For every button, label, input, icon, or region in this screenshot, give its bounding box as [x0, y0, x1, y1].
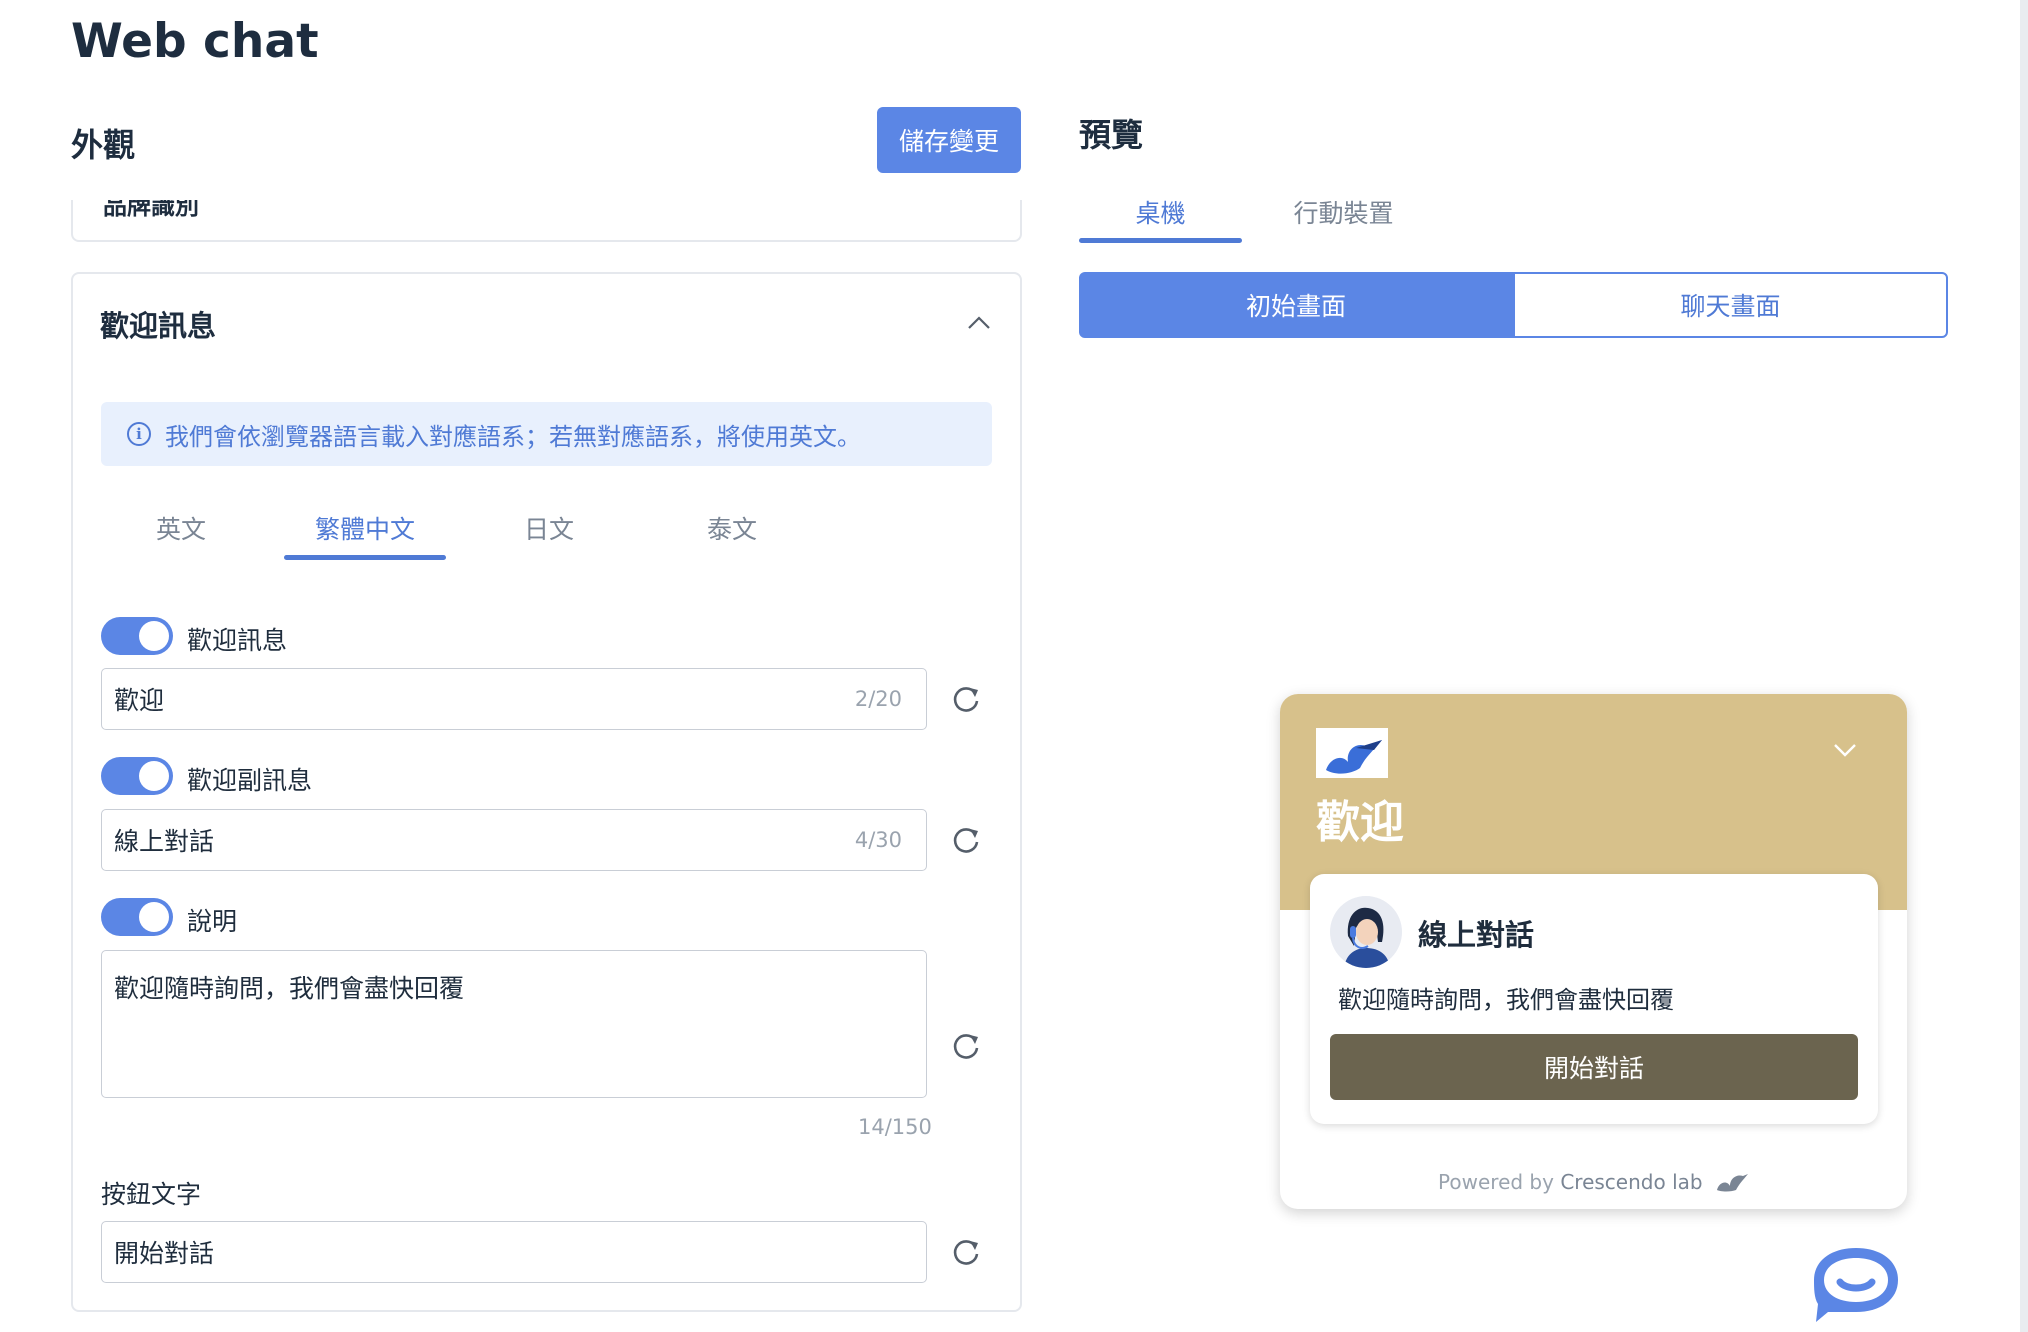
subtitle-label: 歡迎副訊息 [187, 766, 313, 795]
appearance-title: 外觀 [71, 126, 136, 164]
start-conversation-button[interactable]: 開始對話 [1330, 1034, 1858, 1100]
subtitle-value: 線上對話 [114, 827, 215, 856]
welcome-message-label: 歡迎訊息 [187, 626, 288, 655]
reset-icon[interactable] [951, 684, 981, 714]
welcome-message-input[interactable]: 歡迎 2/20 [101, 668, 927, 730]
widget-title: 歡迎 [1316, 797, 1404, 848]
tab-mobile[interactable]: 行動裝置 [1262, 194, 1425, 230]
subtitle-count: 4/30 [854, 828, 902, 852]
description-textarea[interactable]: 歡迎隨時詢問，我們會盡快回覆 [101, 950, 927, 1098]
info-icon: i [127, 422, 151, 446]
language-info-text: 我們會依瀏覽器語言載入對應語系；若無對應語系，將使用英文。 [165, 422, 861, 451]
welcome-section-title: 歡迎訊息 [100, 309, 217, 343]
chevron-up-icon[interactable] [966, 312, 992, 334]
subtitle-toggle[interactable] [101, 757, 173, 795]
active-device-indicator [1079, 238, 1242, 243]
welcome-message-count: 2/20 [854, 687, 902, 711]
button-text-input[interactable]: 開始對話 [101, 1221, 927, 1283]
widget-welcome-card: 線上對話 歡迎隨時詢問，我們會盡快回覆 開始對話 [1310, 874, 1878, 1124]
widget-description: 歡迎隨時詢問，我們會盡快回覆 [1338, 986, 1674, 1014]
reset-icon[interactable] [951, 1237, 981, 1267]
reset-icon[interactable] [951, 1031, 981, 1061]
powered-by-brand: Crescendo lab [1560, 1170, 1703, 1194]
tab-thai[interactable]: 泰文 [652, 510, 812, 546]
brand-logo [1316, 728, 1388, 778]
brand-section-title: 品牌識別 [103, 200, 199, 220]
tab-desktop[interactable]: 桌機 [1079, 194, 1242, 230]
subtitle-input[interactable]: 線上對話 4/30 [101, 809, 927, 871]
button-text-value: 開始對話 [114, 1239, 215, 1268]
reset-icon[interactable] [951, 825, 981, 855]
description-toggle[interactable] [101, 898, 173, 936]
language-info-banner: i 我們會依瀏覽器語言載入對應語系；若無對應語系，將使用英文。 [101, 402, 992, 466]
scrollbar[interactable] [2020, 0, 2028, 1332]
save-changes-button[interactable]: 儲存變更 [877, 107, 1021, 173]
chat-launcher-icon[interactable] [1810, 1244, 1902, 1324]
description-count: 14/150 [858, 1115, 932, 1139]
preview-title: 預覽 [1079, 116, 1144, 154]
welcome-message-value: 歡迎 [114, 686, 165, 715]
brand-section-card: 品牌識別 [71, 200, 1022, 242]
page-title: Web chat [71, 14, 319, 69]
initial-screen-toggle[interactable]: 初始畫面 [1079, 272, 1513, 338]
tab-traditional-chinese[interactable]: 繁體中文 [285, 510, 445, 546]
description-label: 說明 [187, 907, 238, 936]
agent-avatar [1330, 896, 1402, 968]
chat-screen-toggle[interactable]: 聊天畫面 [1513, 272, 1948, 338]
tab-english[interactable]: 英文 [101, 510, 261, 546]
welcome-message-toggle[interactable] [101, 617, 173, 655]
crescendo-logo-icon [1716, 1174, 1748, 1192]
chevron-down-icon[interactable] [1833, 742, 1857, 758]
button-text-label: 按鈕文字 [101, 1180, 202, 1209]
powered-by-prefix: Powered by [1438, 1170, 1554, 1194]
tab-japanese[interactable]: 日文 [469, 510, 629, 546]
chat-widget-preview: 歡迎 線上對話 歡迎隨時詢問，我們會盡快回覆 開始對話 Powered by C… [1280, 694, 1907, 1209]
active-tab-indicator [284, 555, 446, 560]
widget-subtitle: 線上對話 [1418, 918, 1535, 952]
powered-by: Powered by Crescendo lab [1280, 1170, 1907, 1194]
